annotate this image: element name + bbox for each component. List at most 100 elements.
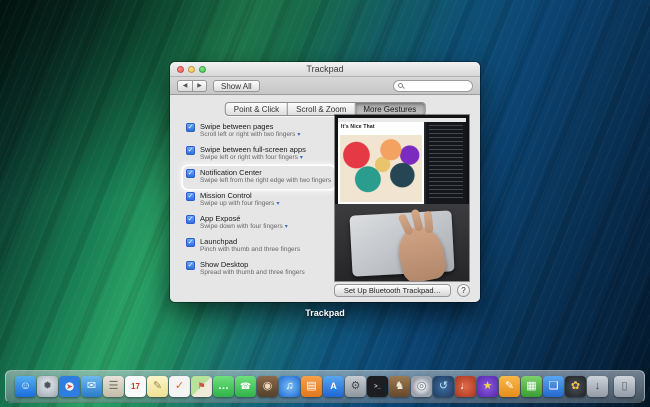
gesture-subtitle: Spread with thumb and three fingers (200, 269, 305, 277)
gesture-list: ✓ Swipe between pages Scroll left or rig… (183, 120, 335, 281)
gesture-text: Mission Control Swipe up with four finge… (200, 191, 279, 208)
gesture-title: Swipe between pages (200, 122, 300, 131)
title-bar[interactable]: Trackpad (170, 62, 480, 77)
demo-finger (424, 211, 434, 234)
gesture-subtitle: Scroll left or right with two fingers (200, 131, 295, 139)
dock-icon-chess[interactable]: ♞ (389, 376, 410, 397)
dock-icon-numbers[interactable]: ▦ (521, 376, 542, 397)
gesture-row-launchpad: ✓ Launchpad Pinch with thumb and three f… (183, 235, 335, 258)
dock-icon-finder[interactable]: ☺ (15, 376, 36, 397)
dock-icon-itunes[interactable]: ♫ (279, 376, 300, 397)
dock-icon-notes[interactable]: ✎ (147, 376, 168, 397)
check-icon: ✓ (187, 147, 194, 155)
help-button[interactable]: ? (457, 284, 470, 297)
tab-scroll-and-zoom[interactable]: Scroll & Zoom (288, 103, 355, 115)
demo-trackpad (349, 210, 454, 276)
chevron-down-icon[interactable]: ▾ (297, 132, 300, 139)
check-icon: ✓ (187, 262, 194, 270)
gesture-subtitle: Pinch with thumb and three fingers (200, 246, 300, 254)
dock-icon-terminal[interactable]: >_ (367, 376, 388, 397)
dock-icon-mail[interactable]: ✉ (81, 376, 102, 397)
checkbox[interactable]: ✓ (186, 215, 195, 224)
dock-icon-system-preferences[interactable]: ⚙ (345, 376, 366, 397)
gesture-title: Show Desktop (200, 260, 305, 269)
checkbox[interactable]: ✓ (186, 169, 195, 178)
dock-icon-trash[interactable]: ▯ (614, 376, 635, 397)
check-icon: ✓ (187, 193, 194, 201)
gesture-text: Notification Center Swipe left from the … (200, 168, 331, 185)
demo-artwork (340, 135, 422, 202)
gesture-text: Swipe between pages Scroll left or right… (200, 122, 300, 139)
dock-icon-facetime[interactable]: ☎ (235, 376, 256, 397)
gesture-subtitle: Swipe left or right with four fingers (200, 154, 298, 162)
back-button[interactable]: ◀ (177, 80, 192, 92)
check-icon: ✓ (187, 216, 194, 224)
demo-mac-screen: It's Nice That (338, 118, 466, 204)
chevron-down-icon[interactable]: ▾ (276, 201, 279, 208)
dock-icon-dvd-player[interactable]: ◎ (411, 376, 432, 397)
check-icon: ✓ (187, 124, 194, 132)
gesture-row-app-expose: ✓ App Exposé Swipe down with four finger… (183, 212, 335, 235)
gesture-text: App Exposé Swipe down with four fingers▾ (200, 214, 288, 231)
dock: ☺ ✹ ➤ ✉ ☰ 17 ✎ ✓ ⚑ … ☎ ◉ ♫ ▤ A ⚙ >_ ♞ ◎ … (5, 370, 645, 403)
gesture-title: Launchpad (200, 237, 300, 246)
dock-icon-photo-booth[interactable]: ◉ (257, 376, 278, 397)
dock-icon-pages[interactable]: ✎ (499, 376, 520, 397)
gesture-text: Swipe between full-screen apps Swipe lef… (200, 145, 306, 162)
dock-icon-messages[interactable]: … (213, 376, 234, 397)
dock-icon-launchpad[interactable]: ✹ (37, 376, 58, 397)
show-all-button[interactable]: Show All (213, 80, 260, 92)
checkbox[interactable]: ✓ (186, 261, 195, 270)
demo-desk (335, 204, 469, 281)
check-icon: ✓ (187, 239, 194, 247)
demo-terminal-text (429, 125, 463, 201)
demo-webpage: It's Nice That (338, 122, 424, 204)
gesture-demo-video: It's Nice That (335, 115, 469, 281)
gesture-subtitle: Swipe down with four fingers (200, 223, 283, 231)
zoom-button[interactable] (199, 66, 206, 73)
tab-bar: Point & Click Scroll & Zoom More Gesture… (225, 102, 426, 116)
checkbox[interactable]: ✓ (186, 238, 195, 247)
gesture-row-show-desktop: ✓ Show Desktop Spread with thumb and thr… (183, 258, 335, 281)
gesture-title: Swipe between full-screen apps (200, 145, 306, 154)
dock-icon-calendar[interactable]: 17 (125, 376, 146, 397)
dock-icon-garageband[interactable]: ♩ (455, 376, 476, 397)
dock-icon-safari[interactable]: ➤ (59, 376, 80, 397)
dock-icon-app-store[interactable]: A (323, 376, 344, 397)
forward-button[interactable]: ▶ (192, 80, 207, 92)
dock-icon-reminders[interactable]: ✓ (169, 376, 190, 397)
dock-icon-imovie[interactable]: ★ (477, 376, 498, 397)
demo-webpage-title: It's Nice That (338, 122, 424, 130)
dock-icon-iphoto[interactable]: ✿ (565, 376, 586, 397)
checkbox[interactable]: ✓ (186, 123, 195, 132)
dock-icon-maps[interactable]: ⚑ (191, 376, 212, 397)
window-controls (177, 66, 206, 73)
toolbar: ◀ ▶ Show All (170, 77, 480, 95)
dock-icon-ibooks[interactable]: ▤ (301, 376, 322, 397)
nav-buttons: ◀ ▶ (177, 80, 207, 92)
checkbox[interactable]: ✓ (186, 192, 195, 201)
search-field[interactable] (393, 80, 473, 92)
dock-icon-contacts[interactable]: ☰ (103, 376, 124, 397)
dock-icon-time-machine[interactable]: ↺ (433, 376, 454, 397)
dock-icon-downloads[interactable]: ↓ (587, 376, 608, 397)
check-icon: ✓ (187, 170, 194, 178)
chevron-down-icon[interactable]: ▾ (285, 224, 288, 231)
gesture-text: Launchpad Pinch with thumb and three fin… (200, 237, 300, 254)
gesture-subtitle: Swipe up with four fingers (200, 200, 274, 208)
search-input[interactable] (406, 81, 468, 91)
close-button[interactable] (177, 66, 184, 73)
chevron-down-icon[interactable]: ▾ (300, 155, 303, 162)
gesture-title: App Exposé (200, 214, 288, 223)
demo-terminal (426, 122, 466, 204)
gesture-text: Show Desktop Spread with thumb and three… (200, 260, 305, 277)
preferences-pane: Point & Click Scroll & Zoom More Gesture… (170, 96, 480, 302)
minimize-button[interactable] (188, 66, 195, 73)
gesture-row-swipe-between-pages: ✓ Swipe between pages Scroll left or rig… (183, 120, 335, 143)
window-title: Trackpad (306, 64, 343, 74)
checkbox[interactable]: ✓ (186, 146, 195, 155)
tab-point-and-click[interactable]: Point & Click (226, 103, 288, 115)
dock-icon-keynote[interactable]: ❏ (543, 376, 564, 397)
setup-bluetooth-trackpad-button[interactable]: Set Up Bluetooth Trackpad… (334, 284, 451, 297)
tab-more-gestures[interactable]: More Gestures (355, 103, 424, 115)
